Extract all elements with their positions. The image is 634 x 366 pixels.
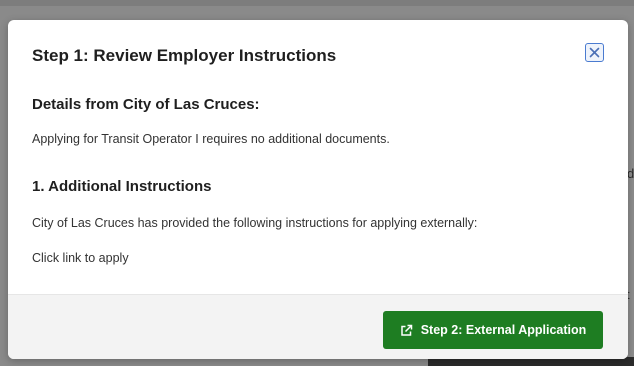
close-button[interactable]: [585, 43, 604, 62]
external-application-label: Step 2: External Application: [420, 323, 587, 337]
additional-instructions-heading: 1. Additional Instructions: [32, 178, 212, 195]
background-text-fragment: d: [627, 166, 634, 181]
details-text: Applying for Transit Operator I requires…: [32, 132, 390, 146]
instructions-intro: City of Las Cruces has provided the foll…: [32, 216, 478, 230]
details-heading: Details from City of Las Cruces:: [32, 96, 260, 113]
background-header: [0, 0, 634, 6]
close-icon: [589, 47, 600, 58]
modal-title: Step 1: Review Employer Instructions: [32, 46, 337, 65]
external-link-icon: [400, 324, 412, 336]
external-application-button[interactable]: Step 2: External Application: [383, 311, 603, 349]
instructions-text: Click link to apply: [32, 251, 129, 265]
background-page-edge: [628, 20, 634, 366]
employer-instructions-modal: Step 1: Review Employer Instructions Det…: [8, 20, 628, 359]
